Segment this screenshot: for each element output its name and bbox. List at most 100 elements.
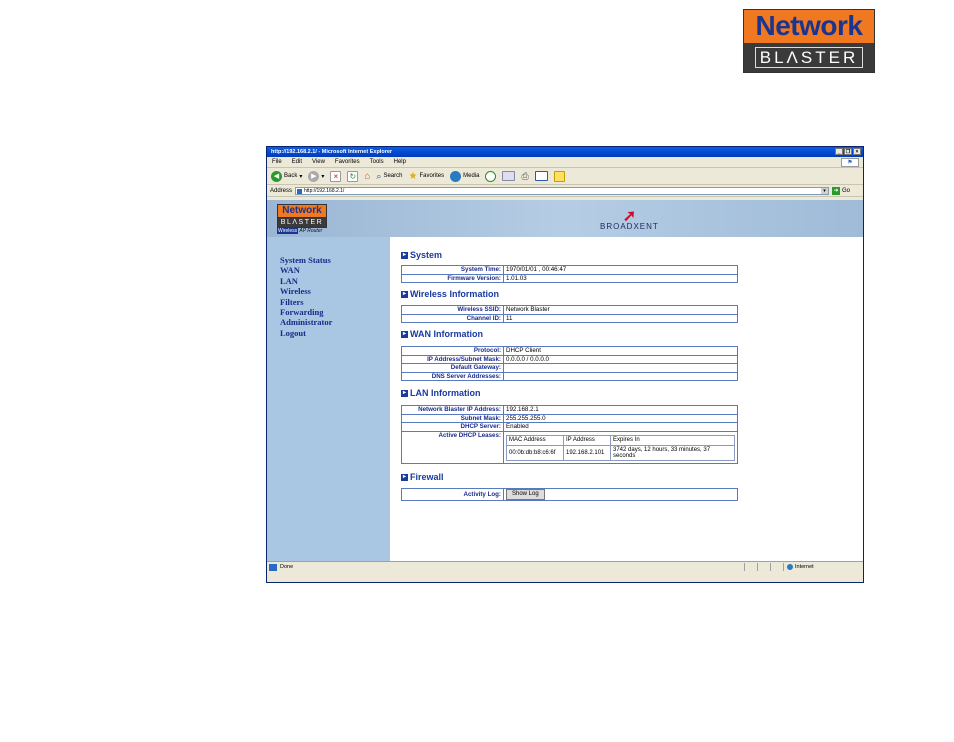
back-arrow-icon: ◀ — [271, 170, 282, 182]
section-title-text: LAN Information — [410, 388, 481, 398]
close-button[interactable]: × — [853, 148, 861, 155]
table-row: Default Gateway: — [401, 363, 738, 373]
row-label: Channel ID: — [401, 313, 504, 323]
menu-tools[interactable]: Tools — [370, 159, 384, 165]
dhcp-leases-table: MAC Address IP Address Expires In 00:0b:… — [506, 434, 735, 461]
section-bullet-icon: ▸ — [401, 473, 408, 481]
back-button[interactable]: ◀ Back ▾ — [271, 170, 302, 182]
title-bar: http://192.168.2.1/ - Microsoft Internet… — [267, 147, 863, 157]
wireless-table: Wireless SSID: Network Blaster Channel ID… — [401, 305, 738, 323]
row-value: 1.01.03 — [503, 273, 738, 283]
media-button[interactable]: Media — [450, 170, 480, 182]
row-label: Network Blaster IP Address: — [401, 405, 504, 415]
table-row: Network Blaster IP Address: 192.168.2.1 — [401, 405, 738, 415]
broadxent-logo: ➚ BROADXENT — [600, 208, 659, 232]
menu-edit[interactable]: Edit — [292, 159, 302, 165]
restore-button[interactable]: ❐ — [844, 148, 852, 155]
table-row: Protocol: DHCP Client — [401, 346, 738, 356]
nav-lan[interactable]: LAN — [280, 276, 332, 286]
row-label: Protocol: — [401, 346, 504, 356]
address-input[interactable]: http://192.168.2.1/ ▾ — [295, 186, 830, 195]
mail-icon[interactable] — [502, 171, 516, 181]
windows-flag-icon: ⚑ — [841, 158, 859, 167]
table-header-row: MAC Address IP Address Expires In — [506, 434, 735, 446]
chevron-down-icon[interactable]: ▾ — [821, 187, 829, 194]
minimize-button[interactable]: _ — [835, 148, 843, 155]
table-row: Active DHCP Leases: MAC Address IP Addre… — [401, 430, 738, 464]
forward-arrow-icon: ▶ — [308, 170, 320, 182]
web-page: Network BLΛSTER Wireless AP Router ➚ BRO… — [267, 200, 863, 572]
section-title-text: System — [410, 250, 443, 260]
section-bullet-icon: ▸ — [401, 290, 408, 298]
go-button[interactable]: ➜ Go — [832, 186, 851, 195]
section-firewall-title: ▸ Firewall — [401, 471, 861, 483]
main-content: ▸ System System Time: 1970/01/01 , 00:46:… — [401, 237, 861, 501]
search-icon: ⌕ — [376, 170, 382, 181]
nav-filters[interactable]: Filters — [280, 297, 332, 307]
menu-file[interactable]: File — [272, 159, 282, 165]
broadxent-swoosh-icon: ➚ — [622, 208, 637, 225]
row-label: DNS Server Addresses: — [401, 371, 504, 381]
go-label: Go — [842, 187, 851, 194]
refresh-icon[interactable]: ↻ — [347, 170, 359, 182]
table-row: System Time: 1970/01/01 , 00:46:47 — [401, 265, 738, 275]
section-lan-title: ▸ LAN Information — [401, 387, 861, 399]
logo-line-1: Network — [744, 10, 874, 43]
row-label: Active DHCP Leases: — [401, 430, 504, 464]
nav-logout[interactable]: Logout — [280, 328, 332, 338]
column-header: IP Address — [563, 434, 611, 446]
section-title-text: WAN Information — [410, 329, 483, 339]
row-value: 192.168.2.1 — [503, 405, 738, 415]
forward-button[interactable]: ▶ ▾ — [308, 170, 324, 182]
nav-wan[interactable]: WAN — [280, 265, 332, 275]
section-wan-title: ▸ WAN Information — [401, 328, 861, 340]
lease-expires: 3742 days, 12 hours, 33 minutes, 37 seco… — [610, 445, 735, 461]
row-label: System Time: — [401, 265, 504, 275]
page-logo-line-1: Network — [277, 204, 327, 218]
row-label: Activity Log: — [401, 488, 504, 501]
table-row: Subnet Mask: 255.255.255.0 — [401, 413, 738, 423]
address-bar: Address http://192.168.2.1/ ▾ ➜ Go — [267, 185, 863, 197]
row-value: 255.255.255.0 — [503, 413, 738, 423]
nav-forwarding[interactable]: Forwarding — [280, 307, 332, 317]
row-value: 11 — [503, 313, 738, 323]
table-row: DHCP Server: Enabled — [401, 422, 738, 432]
address-value: http://192.168.2.1/ — [304, 187, 345, 194]
print-icon[interactable]: ⎙ — [521, 171, 528, 182]
lease-ip: 192.168.2.101 — [563, 445, 611, 461]
stop-icon[interactable]: × — [330, 170, 342, 182]
row-value: Enabled — [503, 422, 738, 432]
section-wireless-title: ▸ Wireless Information — [401, 288, 861, 300]
home-icon[interactable]: ⌂ — [364, 171, 370, 182]
page-icon — [297, 188, 303, 194]
zone-label: Internet — [795, 564, 814, 570]
row-value — [503, 363, 738, 373]
nav-system-status[interactable]: System Status — [280, 255, 332, 265]
favorites-button[interactable]: ★ Favorites — [408, 171, 444, 182]
table-row: Activity Log: Show Log — [401, 488, 738, 501]
history-icon[interactable] — [485, 170, 497, 182]
window-title: http://192.168.2.1/ - Microsoft Internet… — [271, 149, 393, 155]
nav-administrator[interactable]: Administrator — [280, 317, 332, 327]
row-value: DHCP Client — [503, 346, 738, 356]
section-bullet-icon: ▸ — [401, 330, 408, 338]
nav-wireless[interactable]: Wireless — [280, 286, 332, 296]
logo-tag-router: AP Router — [299, 228, 323, 234]
leases-cell: MAC Address IP Address Expires In 00:0b:… — [503, 430, 738, 464]
show-log-button[interactable]: Show Log — [506, 489, 545, 500]
row-value: 0.0.0.0 / 0.0.0.0 — [503, 354, 738, 364]
browser-window: http://192.168.2.1/ - Microsoft Internet… — [266, 146, 864, 583]
media-label: Media — [463, 173, 480, 179]
row-value: Network Blaster — [503, 305, 738, 315]
favorites-label: Favorites — [419, 173, 445, 179]
star-icon: ★ — [408, 170, 418, 182]
menu-view[interactable]: View — [312, 159, 325, 165]
edit-icon[interactable] — [534, 171, 548, 181]
row-value: 1970/01/01 , 00:46:47 — [503, 265, 738, 275]
search-button[interactable]: ⌕ Search — [376, 171, 402, 182]
menu-favorites[interactable]: Favorites — [335, 159, 360, 165]
messenger-icon[interactable] — [553, 170, 565, 182]
page-status-icon — [269, 563, 277, 571]
menu-help[interactable]: Help — [394, 159, 406, 165]
table-row: Firmware Version: 1.01.03 — [401, 273, 738, 283]
